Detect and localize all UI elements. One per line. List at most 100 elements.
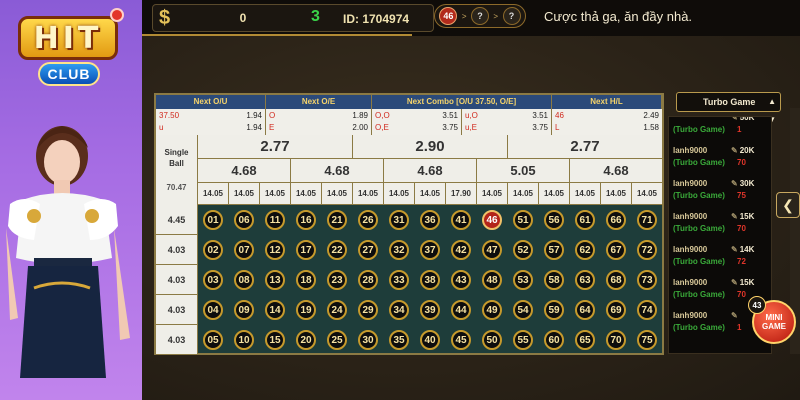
number-ball[interactable]: 02: [203, 240, 223, 260]
column-odds[interactable]: 14.05: [384, 183, 415, 205]
number-ball[interactable]: 26: [358, 210, 378, 230]
number-ball[interactable]: 71: [637, 210, 657, 230]
odds-group-3[interactable]: 4.68: [570, 159, 663, 183]
number-ball[interactable]: 11: [265, 210, 285, 230]
column-odds[interactable]: 14.05: [601, 183, 632, 205]
number-ball[interactable]: 32: [389, 240, 409, 260]
number-ball[interactable]: 59: [544, 300, 564, 320]
number-ball[interactable]: 17: [296, 240, 316, 260]
number-ball[interactable]: 66: [606, 210, 626, 230]
column-odds[interactable]: 14.05: [415, 183, 446, 205]
odds-group-5[interactable]: 2.77: [198, 135, 353, 159]
number-ball[interactable]: 48: [482, 270, 502, 290]
number-ball[interactable]: 72: [637, 240, 657, 260]
number-ball[interactable]: 34: [389, 300, 409, 320]
odds-group-5[interactable]: 2.77: [508, 135, 663, 159]
column-odds[interactable]: 14.05: [632, 183, 663, 205]
number-ball[interactable]: 24: [327, 300, 347, 320]
number-ball[interactable]: 74: [637, 300, 657, 320]
number-ball[interactable]: 21: [327, 210, 347, 230]
number-ball[interactable]: 23: [327, 270, 347, 290]
number-ball[interactable]: 03: [203, 270, 223, 290]
number-ball[interactable]: 22: [327, 240, 347, 260]
number-ball[interactable]: 75: [637, 330, 657, 350]
column-odds[interactable]: 14.05: [260, 183, 291, 205]
number-ball[interactable]: 33: [389, 270, 409, 290]
number-ball[interactable]: 30: [358, 330, 378, 350]
number-ball[interactable]: 73: [637, 270, 657, 290]
column-odds[interactable]: 14.05: [508, 183, 539, 205]
market-hl[interactable]: 46 2.49 L 1.58: [552, 109, 662, 135]
number-ball[interactable]: 05: [203, 330, 223, 350]
number-ball[interactable]: 20: [296, 330, 316, 350]
number-ball[interactable]: 58: [544, 270, 564, 290]
number-ball[interactable]: 61: [575, 210, 595, 230]
number-ball[interactable]: 52: [513, 240, 533, 260]
number-ball[interactable]: 16: [296, 210, 316, 230]
row-odds[interactable]: 4.45: [156, 205, 198, 235]
market-ou[interactable]: 37.50 1.94 u 1.94: [156, 109, 266, 135]
market-combo-u[interactable]: u,O 3.51 u,E 3.75: [462, 109, 552, 135]
number-ball[interactable]: 43: [451, 270, 471, 290]
number-ball[interactable]: 60: [544, 330, 564, 350]
market-combo-o[interactable]: O,O 3.51 O,E 3.75: [372, 109, 462, 135]
odds-group-5[interactable]: 2.90: [353, 135, 508, 159]
odds-group-3[interactable]: 4.68: [291, 159, 384, 183]
number-ball[interactable]: 53: [513, 270, 533, 290]
number-ball[interactable]: 06: [234, 210, 254, 230]
number-ball[interactable]: 69: [606, 300, 626, 320]
odds-group-3[interactable]: 4.68: [384, 159, 477, 183]
number-ball[interactable]: 15: [265, 330, 285, 350]
number-ball[interactable]: 07: [234, 240, 254, 260]
column-odds[interactable]: 17.90: [446, 183, 477, 205]
number-ball[interactable]: 62: [575, 240, 595, 260]
column-odds[interactable]: 14.05: [322, 183, 353, 205]
odds-group-3[interactable]: 5.05: [477, 159, 570, 183]
odds-group-3[interactable]: 4.68: [198, 159, 291, 183]
number-ball[interactable]: 04: [203, 300, 223, 320]
column-odds[interactable]: 14.05: [198, 183, 229, 205]
number-ball[interactable]: 44: [451, 300, 471, 320]
row-odds[interactable]: 4.03: [156, 235, 198, 265]
number-ball[interactable]: 68: [606, 270, 626, 290]
number-ball[interactable]: 13: [265, 270, 285, 290]
number-ball[interactable]: 28: [358, 270, 378, 290]
row-odds[interactable]: 4.03: [156, 265, 198, 295]
column-odds[interactable]: 14.05: [291, 183, 322, 205]
number-ball[interactable]: 54: [513, 300, 533, 320]
number-ball[interactable]: 08: [234, 270, 254, 290]
number-ball[interactable]: 10: [234, 330, 254, 350]
collapse-arrow-button[interactable]: ❮: [776, 192, 800, 218]
number-ball[interactable]: 65: [575, 330, 595, 350]
number-ball[interactable]: 19: [296, 300, 316, 320]
number-ball[interactable]: 47: [482, 240, 502, 260]
row-odds[interactable]: 4.03: [156, 325, 198, 355]
number-ball[interactable]: 14: [265, 300, 285, 320]
number-ball[interactable]: 09: [234, 300, 254, 320]
number-ball[interactable]: 01: [203, 210, 223, 230]
number-ball[interactable]: 51: [513, 210, 533, 230]
number-ball[interactable]: 29: [358, 300, 378, 320]
number-ball[interactable]: 55: [513, 330, 533, 350]
column-odds[interactable]: 14.05: [539, 183, 570, 205]
number-ball[interactable]: 42: [451, 240, 471, 260]
number-ball[interactable]: 49: [482, 300, 502, 320]
number-ball[interactable]: 38: [420, 270, 440, 290]
row-odds[interactable]: 4.03: [156, 295, 198, 325]
number-ball[interactable]: 70: [606, 330, 626, 350]
number-ball[interactable]: 67: [606, 240, 626, 260]
number-ball[interactable]: 45: [451, 330, 471, 350]
number-ball[interactable]: 63: [575, 270, 595, 290]
column-odds[interactable]: 14.05: [353, 183, 384, 205]
column-odds[interactable]: 14.05: [229, 183, 260, 205]
market-oe[interactable]: O 1.89 E 2.00: [266, 109, 372, 135]
number-ball[interactable]: 27: [358, 240, 378, 260]
column-odds[interactable]: 14.05: [570, 183, 601, 205]
number-ball[interactable]: 41: [451, 210, 471, 230]
number-ball[interactable]: 39: [420, 300, 440, 320]
number-ball[interactable]: 50: [482, 330, 502, 350]
number-ball[interactable]: 64: [575, 300, 595, 320]
number-ball[interactable]: 12: [265, 240, 285, 260]
number-ball[interactable]: 57: [544, 240, 564, 260]
number-ball[interactable]: 31: [389, 210, 409, 230]
